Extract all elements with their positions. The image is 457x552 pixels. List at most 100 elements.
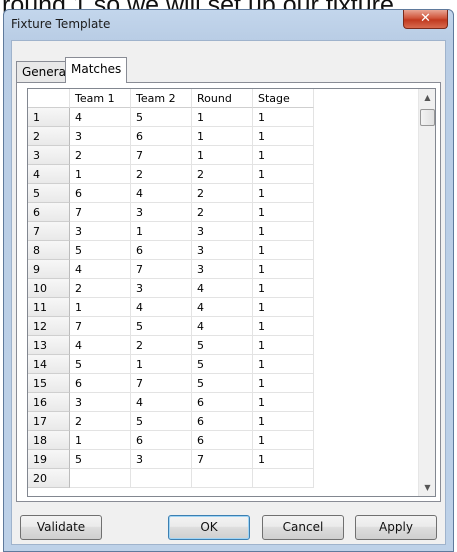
row-header[interactable]: 17 xyxy=(28,412,70,431)
cell-round[interactable]: 4 xyxy=(192,317,253,336)
cell-team1[interactable]: 3 xyxy=(70,222,131,241)
cell-team2[interactable]: 7 xyxy=(131,374,192,393)
table-row[interactable]: 10 2 3 4 1 xyxy=(28,279,418,298)
cell-round[interactable]: 4 xyxy=(192,279,253,298)
table-row[interactable]: 14511 xyxy=(28,108,418,127)
table-row[interactable]: 16 3 4 6 1 xyxy=(28,393,418,412)
close-button[interactable]: ✕ xyxy=(403,10,448,29)
row-header[interactable]: 14 xyxy=(28,355,70,374)
cell-team1[interactable]: 2 xyxy=(70,412,131,431)
cell-team2[interactable]: 7 xyxy=(131,146,192,165)
validate-button[interactable]: Validate xyxy=(20,515,102,540)
table-row[interactable]: 23611 xyxy=(28,127,418,146)
cell-stage[interactable] xyxy=(253,469,314,488)
row-header[interactable]: 8 xyxy=(28,241,70,260)
cell-stage[interactable]: 1 xyxy=(253,241,314,260)
cell-round[interactable]: 6 xyxy=(192,393,253,412)
cell-team2[interactable]: 6 xyxy=(131,241,192,260)
row-header[interactable]: 6 xyxy=(28,203,70,222)
cell-team1[interactable]: 1 xyxy=(70,298,131,317)
cell-team2[interactable]: 2 xyxy=(131,165,192,184)
cell-stage[interactable]: 1 xyxy=(253,108,314,127)
row-header[interactable]: 12 xyxy=(28,317,70,336)
table-row[interactable]: 73131 xyxy=(28,222,418,241)
row-header[interactable]: 18 xyxy=(28,431,70,450)
column-header-round[interactable]: Round xyxy=(192,89,253,108)
cell-stage[interactable]: 1 xyxy=(253,374,314,393)
cell-stage[interactable]: 1 xyxy=(253,336,314,355)
cell-team1[interactable]: 5 xyxy=(70,355,131,374)
cell-team2[interactable]: 5 xyxy=(131,108,192,127)
cell-stage[interactable]: 1 xyxy=(253,450,314,469)
table-row[interactable]: 12 7 5 4 1 xyxy=(28,317,418,336)
table-row[interactable]: 14 5 1 5 1 xyxy=(28,355,418,374)
cell-team1[interactable]: 6 xyxy=(70,374,131,393)
cell-team1[interactable]: 3 xyxy=(70,127,131,146)
cell-team1[interactable]: 5 xyxy=(70,450,131,469)
cell-stage[interactable]: 1 xyxy=(253,317,314,336)
cell-round[interactable]: 7 xyxy=(192,450,253,469)
table-row[interactable]: 15 6 7 5 1 xyxy=(28,374,418,393)
cell-round[interactable]: 3 xyxy=(192,241,253,260)
cell-team1[interactable]: 2 xyxy=(70,146,131,165)
cell-team2[interactable]: 4 xyxy=(131,298,192,317)
table-row[interactable]: 56421 xyxy=(28,184,418,203)
cell-team1[interactable]: 7 xyxy=(70,317,131,336)
row-header[interactable]: 2 xyxy=(28,127,70,146)
cell-team2[interactable]: 6 xyxy=(131,431,192,450)
cancel-button[interactable]: Cancel xyxy=(262,515,344,540)
cell-round[interactable]: 1 xyxy=(192,108,253,127)
cell-team2[interactable]: 1 xyxy=(131,222,192,241)
cell-stage[interactable]: 1 xyxy=(253,146,314,165)
table-row[interactable]: 32711 xyxy=(28,146,418,165)
cell-team2[interactable]: 4 xyxy=(131,184,192,203)
row-header[interactable]: 13 xyxy=(28,336,70,355)
column-header-team2[interactable]: Team 2 xyxy=(131,89,192,108)
row-header[interactable]: 10 xyxy=(28,279,70,298)
cell-round[interactable]: 3 xyxy=(192,260,253,279)
row-header[interactable]: 5 xyxy=(28,184,70,203)
cell-team1[interactable] xyxy=(70,469,131,488)
cell-team2[interactable] xyxy=(131,469,192,488)
row-header[interactable]: 7 xyxy=(28,222,70,241)
cell-stage[interactable]: 1 xyxy=(253,184,314,203)
cell-stage[interactable]: 1 xyxy=(253,165,314,184)
cell-round[interactable]: 5 xyxy=(192,374,253,393)
table-row[interactable]: 19 5 3 7 1 xyxy=(28,450,418,469)
cell-stage[interactable]: 1 xyxy=(253,127,314,146)
cell-team1[interactable]: 7 xyxy=(70,203,131,222)
row-header[interactable]: 19 xyxy=(28,450,70,469)
table-row[interactable]: 11 1 4 4 1 xyxy=(28,298,418,317)
cell-team2[interactable]: 5 xyxy=(131,412,192,431)
table-row[interactable]: 17 2 5 6 1 xyxy=(28,412,418,431)
table-row[interactable]: 41221 xyxy=(28,165,418,184)
table-row[interactable]: 20 xyxy=(28,469,418,488)
table-row[interactable]: 85631 xyxy=(28,241,418,260)
cell-team1[interactable]: 4 xyxy=(70,260,131,279)
cell-team2[interactable]: 3 xyxy=(131,203,192,222)
cell-team2[interactable]: 7 xyxy=(131,260,192,279)
cell-team2[interactable]: 4 xyxy=(131,393,192,412)
cell-team1[interactable]: 1 xyxy=(70,431,131,450)
cell-round[interactable]: 1 xyxy=(192,127,253,146)
cell-stage[interactable]: 1 xyxy=(253,203,314,222)
vertical-scrollbar[interactable]: ▲ ▼ xyxy=(418,89,435,496)
row-header[interactable]: 11 xyxy=(28,298,70,317)
matches-grid[interactable]: Team 1 Team 2 Round Stage 14511236113271… xyxy=(27,88,436,497)
scroll-up-icon[interactable]: ▲ xyxy=(419,89,435,106)
cell-stage[interactable]: 1 xyxy=(253,279,314,298)
cell-team2[interactable]: 6 xyxy=(131,127,192,146)
table-row[interactable]: 13 4 2 5 1 xyxy=(28,336,418,355)
ok-button[interactable]: OK xyxy=(168,515,250,540)
cell-round[interactable]: 6 xyxy=(192,412,253,431)
cell-round[interactable]: 2 xyxy=(192,203,253,222)
apply-button[interactable]: Apply xyxy=(355,515,437,540)
row-header[interactable]: 20 xyxy=(28,469,70,488)
cell-team1[interactable]: 1 xyxy=(70,165,131,184)
column-header-team1[interactable]: Team 1 xyxy=(70,89,131,108)
row-header[interactable]: 9 xyxy=(28,260,70,279)
cell-team2[interactable]: 3 xyxy=(131,450,192,469)
cell-round[interactable]: 5 xyxy=(192,336,253,355)
cell-team1[interactable]: 4 xyxy=(70,108,131,127)
cell-stage[interactable]: 1 xyxy=(253,431,314,450)
